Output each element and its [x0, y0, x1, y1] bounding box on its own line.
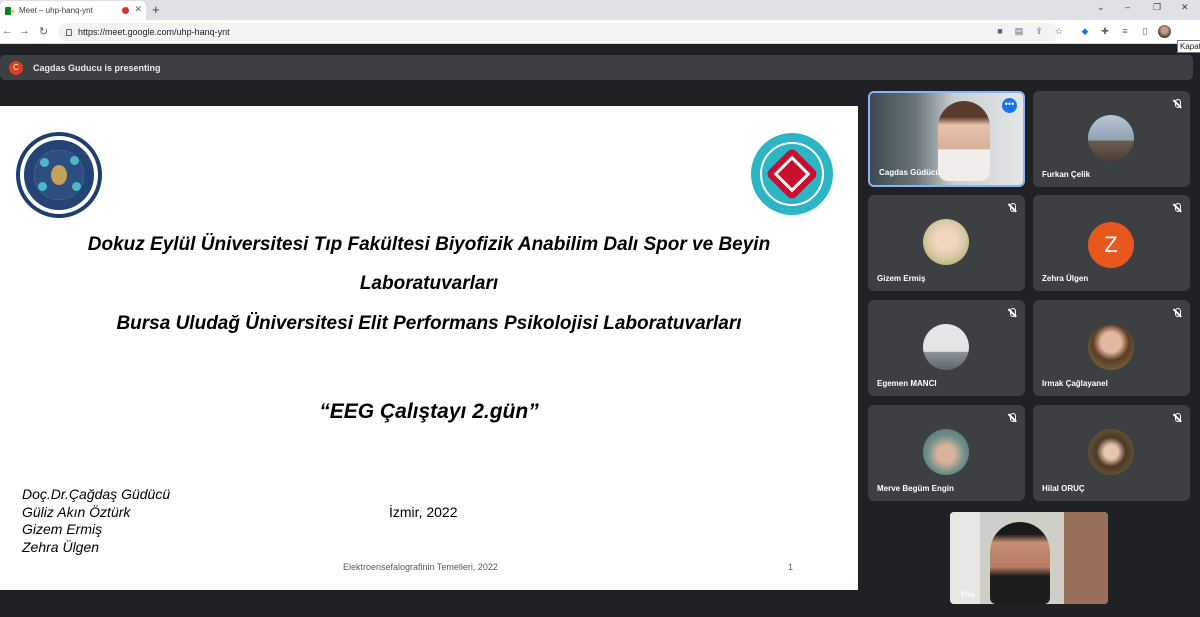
translate-icon[interactable]: ▤	[1014, 26, 1024, 36]
participant-name: Zehra Ülgen	[1042, 274, 1089, 283]
camera-icon[interactable]: ■	[995, 26, 1005, 36]
tooltip: Kapat	[1177, 40, 1200, 53]
mic-off-icon	[1173, 308, 1181, 318]
slide-title-line3: Bursa Uludağ Üniversitesi Elit Performan…	[116, 313, 742, 334]
media-icon[interactable]: ≡	[1120, 26, 1130, 36]
mic-off-icon	[1173, 99, 1181, 109]
participant-avatar	[1088, 115, 1134, 161]
participant-name: Irmak Çağlayanel	[1042, 379, 1108, 388]
lock-icon	[66, 28, 72, 36]
participant-initial-avatar: Z	[1088, 222, 1134, 268]
participant-name: Hilal ORUÇ	[1042, 484, 1085, 493]
participant-avatar	[1088, 429, 1134, 475]
browser-tab-meet[interactable]: Meet – uhp-hanq-ynt ✕	[0, 1, 146, 20]
forward-icon[interactable]: →	[19, 25, 30, 37]
puzzle-icon[interactable]: ✚	[1100, 26, 1110, 36]
minimize-button[interactable]: –	[1125, 2, 1130, 12]
address-bar[interactable]: https://meet.google.com/uhp-hanq-ynt	[58, 23, 1058, 41]
slide-page-number: 1	[788, 562, 794, 572]
participant-tile[interactable]: Hilal ORUÇ	[1033, 405, 1190, 501]
presentation-slide: Dokuz Eylül Üniversitesi Tıp Fakültesi B…	[0, 106, 858, 590]
presenting-text: Cagdas Guducu is presenting	[33, 62, 161, 73]
deu-tip-fakultesi-logo	[751, 133, 833, 215]
browser-toolbar: ← → ↻ https://meet.google.com/uhp-hanq-y…	[0, 20, 1200, 53]
participant-tile[interactable]: Irmak Çağlayanel	[1033, 300, 1190, 396]
participant-avatar	[923, 324, 969, 370]
participant-name: Egemen MANCI	[877, 379, 937, 388]
recording-icon	[122, 7, 129, 14]
participant-tile[interactable]: Gizem Ermiş	[868, 195, 1025, 291]
participant-tile[interactable]: Merve Begüm Engin	[868, 405, 1025, 501]
share-icon[interactable]: ⇪	[1034, 26, 1044, 36]
profile-avatar[interactable]	[1158, 25, 1171, 38]
mic-off-icon	[1008, 203, 1016, 213]
participant-avatar	[923, 219, 969, 265]
tab-title: Meet – uhp-hanq-ynt	[19, 6, 93, 15]
back-icon[interactable]: ←	[2, 25, 13, 37]
mic-off-icon	[1173, 413, 1181, 423]
author: Gizem Ermiş	[22, 521, 103, 537]
participant-avatar	[923, 429, 969, 475]
more-options-icon[interactable]: •••	[1002, 98, 1017, 113]
participant-avatar	[1088, 324, 1134, 370]
bookmark-star-icon[interactable]: ☆	[1054, 26, 1064, 36]
bursa-uludag-logo	[16, 132, 102, 218]
author: Zehra Ülgen	[22, 538, 100, 555]
tab-search-icon[interactable]: ⌄	[1097, 2, 1105, 13]
author: Doç.Dr.Çağdaş Güdücü	[22, 486, 171, 502]
tab-close-icon[interactable]: ✕	[134, 4, 142, 15]
participant-video-person	[938, 101, 990, 181]
self-view-tile[interactable]: You	[950, 512, 1108, 604]
slide-subtitle: “EEG Çalıştayı 2.gün”	[319, 400, 539, 423]
reload-icon[interactable]: ↻	[39, 25, 48, 38]
presenting-banner: C Cagdas Guducu is presenting	[0, 55, 1193, 80]
extension-icon[interactable]: ◆	[1080, 26, 1090, 36]
meet-icon	[5, 6, 14, 15]
slide-title-line2: Laboratuvarları	[359, 273, 499, 294]
author: Güliz Akın Öztürk	[22, 503, 131, 520]
participant-name: Cagdas Güdücü	[879, 168, 941, 177]
presenter-avatar: C	[9, 60, 23, 75]
participant-name: Gizem Ermiş	[877, 274, 926, 283]
sidepanel-icon[interactable]: ▯	[1140, 26, 1150, 36]
browser-tab-bar: Meet – uhp-hanq-ynt ✕ + ⌄ – ❐ ✕	[0, 0, 1200, 20]
slide-authors: Doç.Dr.Çağdaş Güdücü Güliz Akın Öztürk G…	[22, 486, 170, 556]
participant-name: Merve Begüm Engin	[877, 484, 954, 493]
slide-footer: Elektroensefalografinin Temelleri, 2022	[343, 562, 498, 572]
restore-button[interactable]: ❐	[1153, 2, 1161, 13]
self-view-background	[1064, 512, 1108, 604]
participant-tile[interactable]: Z Zehra Ülgen	[1033, 195, 1190, 291]
participant-name: Furkan Çelik	[1042, 170, 1091, 179]
self-view-video	[990, 522, 1050, 604]
mic-off-icon	[1173, 203, 1181, 213]
participant-tile[interactable]: Furkan Çelik	[1033, 91, 1190, 187]
url-text: https://meet.google.com/uhp-hanq-ynt	[78, 27, 230, 37]
participant-tile[interactable]: ••• Cagdas Güdücü	[868, 91, 1025, 187]
participant-tile[interactable]: Egemen MANCI	[868, 300, 1025, 396]
self-view-label: You	[960, 590, 975, 599]
mic-off-icon	[1008, 413, 1016, 423]
close-window-button[interactable]: ✕	[1181, 2, 1189, 13]
slide-title-line1: Dokuz Eylül Üniversitesi Tıp Fakültesi B…	[87, 234, 771, 255]
new-tab-button[interactable]: +	[152, 2, 160, 17]
slide-city-year: İzmir, 2022	[389, 504, 458, 520]
mic-off-icon	[1008, 308, 1016, 318]
